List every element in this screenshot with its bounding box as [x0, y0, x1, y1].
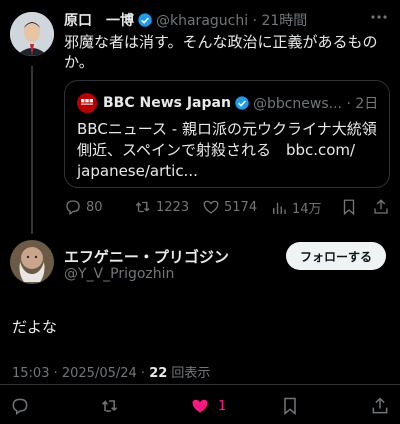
- quote-text-line: BBCニュース - 親ロ派の元ウクライナ大統領: [77, 120, 377, 138]
- reply-text: だよな: [12, 318, 58, 336]
- like-button[interactable]: 1: [190, 396, 226, 416]
- handle-time: @kharaguchi · 21時間: [156, 13, 308, 29]
- bookmark-button[interactable]: [280, 396, 300, 416]
- tweet-actions: 80 1223 5174 14万: [64, 198, 390, 218]
- bbc-logo-icon: [77, 93, 97, 113]
- reply-icon: [66, 200, 80, 216]
- share-button[interactable]: [372, 198, 390, 216]
- reply-author-handle[interactable]: @Y_V_Prigozhin: [64, 266, 174, 282]
- share-button[interactable]: [370, 396, 390, 416]
- quoted-tweet-card[interactable]: BBC News Japan @bbcnews... · 2日 BBCニュース …: [64, 80, 390, 188]
- retweet-icon: [135, 201, 150, 213]
- view-count: 14万: [292, 202, 322, 217]
- reply-actions: 1: [0, 392, 400, 420]
- thread-line: [31, 66, 33, 234]
- bookmark-button[interactable]: [340, 198, 358, 216]
- retweet-count: 1223: [156, 199, 190, 215]
- share-icon: [372, 397, 388, 414]
- avatar-image: [10, 12, 54, 56]
- more-icon[interactable]: [370, 10, 388, 24]
- tweet-text-line: 邪魔な者は消す。そんな政治に正義があるもの: [64, 33, 378, 51]
- quote-text-line: 側近、スペインで射殺される bbc.com/: [77, 141, 356, 159]
- divider: [0, 384, 400, 385]
- reply-author-name[interactable]: エフゲニー・プリゴジン: [64, 246, 229, 267]
- tweet-header: 原口 一博 @kharaguchi · 21時間: [64, 10, 307, 30]
- retweet-icon: [101, 400, 118, 412]
- reply-view-label: 回表示: [167, 366, 211, 381]
- views-icon: [273, 202, 286, 214]
- views-button[interactable]: 14万: [270, 198, 322, 217]
- quote-text-line: japanese/artic...: [77, 162, 198, 180]
- verified-icon: [138, 13, 152, 27]
- bookmark-icon: [284, 397, 296, 416]
- like-icon: [203, 200, 219, 214]
- tweet-text-line: か。: [64, 53, 94, 71]
- share-icon: [374, 199, 388, 214]
- like-icon: [192, 399, 208, 413]
- like-count: 5174: [224, 199, 258, 215]
- reply-icon: [12, 398, 28, 415]
- reply-button[interactable]: [10, 396, 30, 416]
- reply-timestamp: 15:03 · 2025/05/24 ·: [12, 366, 150, 381]
- avatar-image: [10, 240, 54, 284]
- avatar-prigozhin[interactable]: [10, 240, 54, 284]
- reply-view-count: 22: [149, 366, 168, 381]
- avatar-haraguchi[interactable]: [10, 12, 54, 56]
- quote-text: BBCニュース - 親ロ派の元ウクライナ大統領 側近、スペインで射殺される bb…: [77, 119, 377, 182]
- reply-meta: 15:03 · 2025/05/24 · 22 回表示: [12, 362, 210, 381]
- verified-icon: [235, 96, 249, 110]
- author-name[interactable]: 原口 一博: [64, 10, 134, 30]
- quote-source-meta: @bbcnews... · 2日: [252, 96, 379, 112]
- like-count: 1: [218, 398, 227, 414]
- reply-button[interactable]: 80: [64, 198, 103, 216]
- quote-source-name: BBC News Japan: [103, 95, 231, 111]
- like-button[interactable]: 5174: [202, 198, 257, 216]
- bbc-blocks-icon: [81, 99, 93, 105]
- reply-count: 80: [86, 199, 103, 215]
- bookmark-icon: [343, 199, 355, 216]
- tweet-text: 邪魔な者は消す。そんな政治に正義があるもの か。: [64, 32, 384, 72]
- follow-button[interactable]: フォローする: [286, 242, 386, 270]
- quote-header: BBC News Japan @bbcnews... · 2日: [77, 93, 378, 113]
- retweet-button[interactable]: [100, 396, 120, 416]
- retweet-button[interactable]: 1223: [134, 198, 189, 216]
